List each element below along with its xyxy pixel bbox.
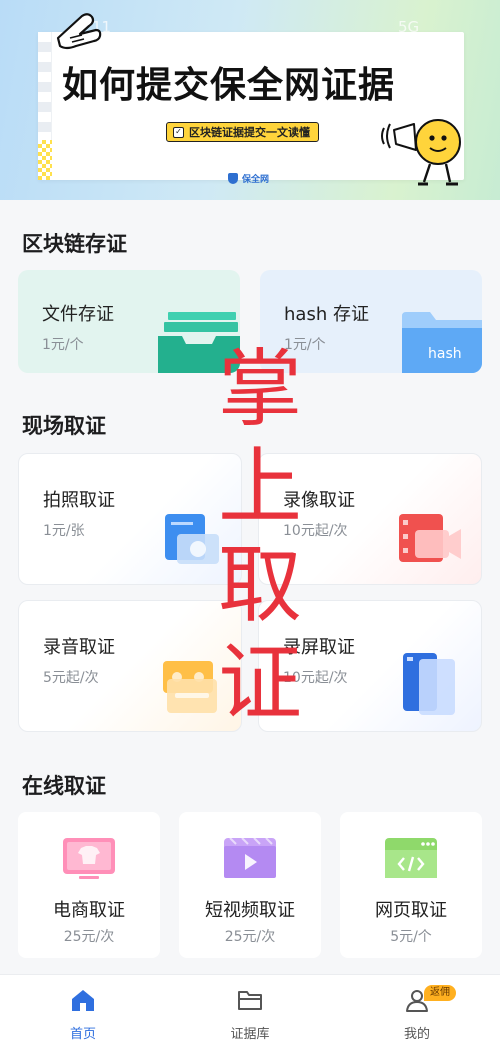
card-video-evidence[interactable]: 录像取证 10元起/次 bbox=[258, 453, 482, 585]
banner-logo: 保全网 bbox=[228, 172, 269, 185]
card-title: 短视频取证 bbox=[205, 900, 295, 921]
hash-icon-label: hash bbox=[428, 346, 462, 362]
tab-label: 我的 bbox=[403, 1027, 430, 1042]
card-photo-evidence[interactable]: 拍照取证 1元/张 bbox=[18, 453, 242, 585]
rebate-badge: 返佣 bbox=[424, 985, 456, 1001]
card-screen-evidence[interactable]: 录屏取证 10元起/次 bbox=[258, 600, 482, 732]
card-webpage-evidence[interactable]: 网页取证 5元/个 bbox=[340, 812, 482, 958]
card-price: 1元/张 bbox=[43, 523, 85, 539]
tab-home[interactable]: 首页 bbox=[38, 987, 128, 1042]
card-ecommerce-evidence[interactable]: 电商取证 25元/次 bbox=[18, 812, 160, 958]
card-audio-evidence[interactable]: 录音取证 5元起/次 bbox=[18, 600, 242, 732]
card-price: 25元/次 bbox=[63, 929, 115, 945]
card-price: 25元/次 bbox=[224, 929, 276, 945]
card-title: 电商取证 bbox=[53, 900, 125, 921]
pointing-hand-icon bbox=[56, 13, 102, 50]
photo-camera-icon bbox=[165, 514, 219, 564]
hash-folder-icon bbox=[402, 312, 482, 373]
video-film-icon bbox=[399, 514, 461, 562]
card-price: 5元/个 bbox=[390, 929, 432, 945]
poster-side-strip bbox=[38, 32, 52, 180]
section-title-onsite: 现场取证 bbox=[22, 414, 106, 438]
folder-icon bbox=[238, 991, 262, 1010]
card-hash-evidence[interactable]: hash 存证 1元/个 hash bbox=[260, 270, 482, 373]
card-title: 录像取证 bbox=[283, 490, 355, 511]
card-title: 网页取证 bbox=[375, 900, 447, 921]
banner-title: 如何提交保全网证据 bbox=[62, 56, 462, 108]
card-title: 录音取证 bbox=[43, 637, 115, 658]
card-price: 1元/个 bbox=[42, 337, 84, 353]
screen-record-icon bbox=[403, 653, 455, 715]
tab-label: 首页 bbox=[69, 1027, 96, 1042]
card-title: hash 存证 bbox=[284, 304, 369, 325]
card-price: 1元/个 bbox=[284, 337, 326, 353]
webpage-code-icon bbox=[385, 838, 437, 878]
tab-label: 证据库 bbox=[230, 1027, 270, 1042]
banner-subtitle-pill: ✓ 区块链证据提交一文读懂 bbox=[166, 122, 319, 142]
cassette-recorder-icon bbox=[163, 661, 217, 713]
card-title: 文件存证 bbox=[42, 304, 114, 325]
tab-profile[interactable]: 返佣 我的 bbox=[372, 985, 462, 1042]
card-short-video-evidence[interactable]: 短视频取证 25元/次 bbox=[179, 812, 321, 958]
megaphone-mascot-icon bbox=[381, 119, 461, 186]
tab-evidence-library[interactable]: 证据库 bbox=[205, 987, 295, 1042]
section-title-online: 在线取证 bbox=[22, 774, 106, 798]
short-video-play-icon bbox=[224, 837, 276, 878]
ecommerce-shirt-icon bbox=[63, 838, 115, 879]
card-price: 10元起/次 bbox=[283, 523, 348, 539]
card-file-evidence[interactable]: 文件存证 1元/个 bbox=[18, 270, 240, 373]
card-title: 录屏取证 bbox=[283, 637, 355, 658]
card-price: 5元起/次 bbox=[43, 670, 99, 686]
card-title: 拍照取证 bbox=[43, 490, 115, 511]
card-price: 10元起/次 bbox=[283, 670, 348, 686]
file-tray-icon bbox=[158, 312, 240, 373]
shield-logo-icon bbox=[228, 173, 238, 184]
bottom-tab-bar: 首页 证据库 返佣 我的 bbox=[0, 974, 500, 1064]
check-icon: ✓ bbox=[173, 126, 184, 138]
section-title-blockchain: 区块链存证 bbox=[22, 232, 127, 256]
promo-banner[interactable]: 11 5G 如何提交保全网证据 ✓ 区块链证据提交一文读懂 保全网 bbox=[0, 0, 500, 200]
home-icon bbox=[72, 990, 94, 1011]
